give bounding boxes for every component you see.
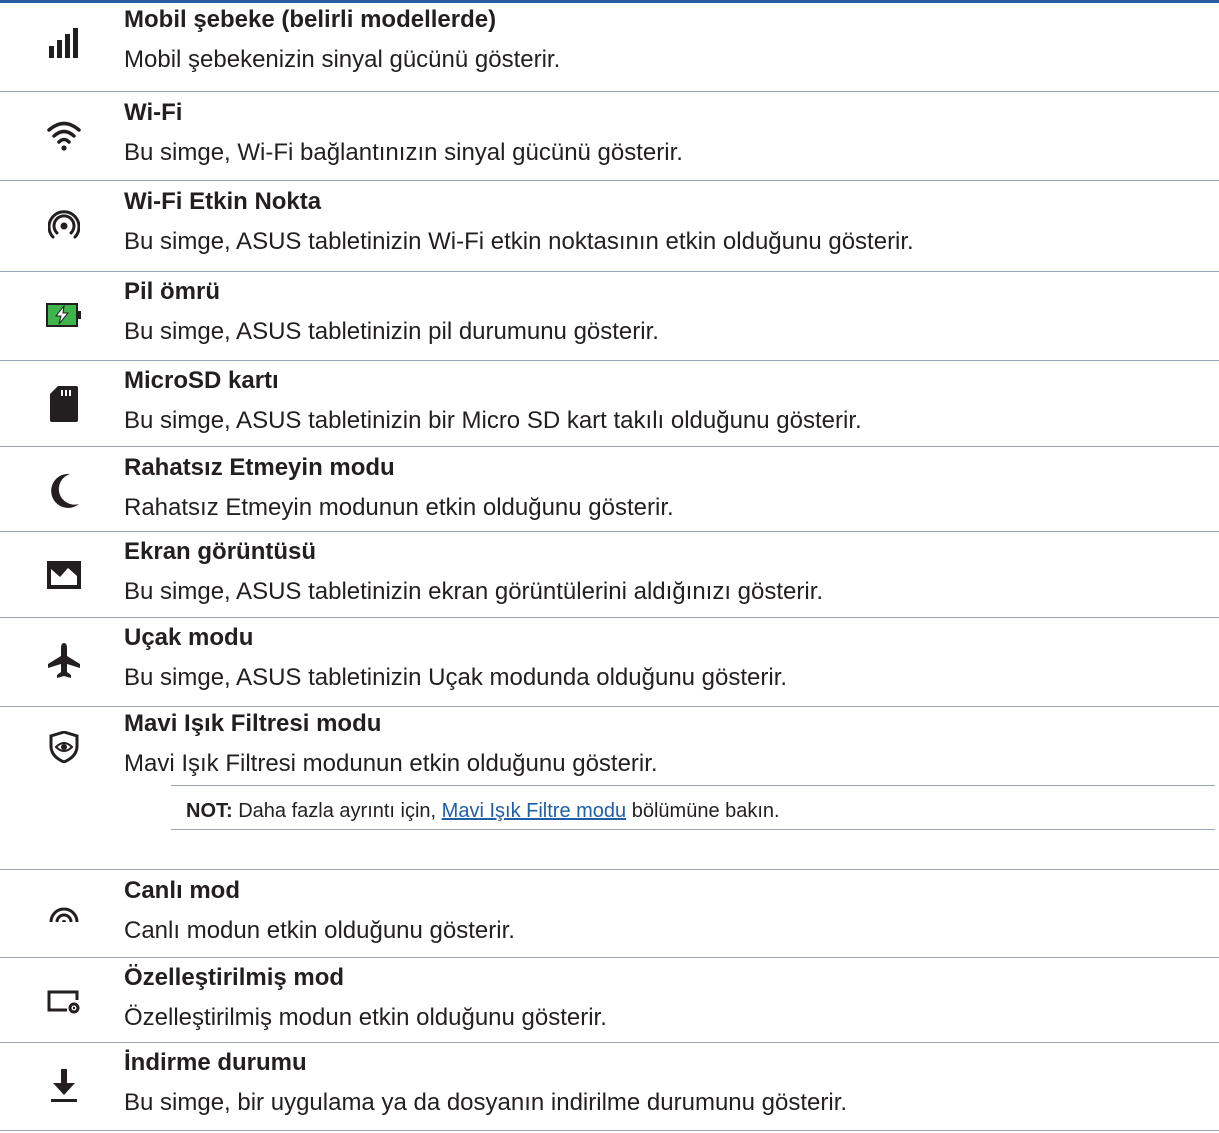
note-after: bölümüne bakın. [631, 800, 780, 822]
item-title: Mavi Işık Filtresi modu [124, 710, 382, 737]
divider [0, 446, 1219, 447]
screenshot-icon [40, 551, 88, 599]
list-item: Mobil şebeke (belirli modellerde) Mobil … [0, 5, 1219, 87]
note-bottom-rule [171, 829, 1215, 830]
hotspot-icon [40, 201, 88, 249]
moon-icon [40, 467, 88, 515]
note-before: Daha fazla ayrıntı için, [238, 800, 437, 822]
item-title: Rahatsız Etmeyin modu [124, 454, 395, 481]
list-item: Ekran görüntüsü Bu simge, ASUS tabletini… [0, 537, 1219, 619]
list-item: Pil ömrü Bu simge, ASUS tabletinizin pil… [0, 277, 1219, 359]
live-mode-icon [40, 890, 88, 938]
item-title: Pil ömrü [124, 278, 221, 305]
list-item: Mavi Işık Filtresi modu Mavi Işık Filtre… [0, 709, 1219, 791]
signal-bars-icon [40, 19, 88, 67]
note-link[interactable]: Mavi Işık Filtre modu [442, 800, 626, 822]
divider [0, 531, 1219, 532]
item-description: Bu simge, Wi-Fi bağlantınızın sinyal güc… [124, 139, 683, 166]
download-icon [40, 1062, 88, 1110]
item-title: Canlı mod [124, 877, 241, 904]
divider [0, 1042, 1219, 1043]
list-item: Rahatsız Etmeyin modu Rahatsız Etmeyin m… [0, 453, 1219, 535]
divider [0, 271, 1219, 272]
item-description: Bu simge, ASUS tabletinizin pil durumunu… [124, 318, 659, 345]
item-title: Uçak modu [124, 624, 254, 651]
divider [0, 706, 1219, 707]
list-item: MicroSD kartı Bu simge, ASUS tabletinizi… [0, 366, 1219, 448]
sd-card-icon [40, 380, 88, 428]
wifi-icon [40, 112, 88, 160]
top-rule [0, 0, 1219, 3]
eye-shield-icon [40, 723, 88, 771]
item-description: Bu simge, ASUS tabletinizin Uçak modunda… [124, 664, 788, 691]
item-description: Bu simge, ASUS tabletinizin ekran görünt… [124, 578, 824, 605]
divider [0, 91, 1219, 92]
item-title: İndirme durumu [124, 1049, 307, 1076]
item-description: Rahatsız Etmeyin modunun etkin olduğunu … [124, 494, 674, 521]
list-item: Canlı mod Canlı modun etkin olduğunu gös… [0, 876, 1219, 958]
divider [0, 1130, 1219, 1131]
list-item: Uçak modu Bu simge, ASUS tabletinizin Uç… [0, 623, 1219, 705]
item-title: Wi-Fi [124, 99, 183, 126]
item-description: Özelleştirilmiş modun etkin olduğunu gös… [124, 1004, 607, 1031]
divider [0, 869, 1219, 870]
item-title: MicroSD kartı [124, 367, 279, 394]
item-description: Bu simge, ASUS tabletinizin bir Micro SD… [124, 407, 862, 434]
note-top-rule [171, 785, 1215, 786]
item-title: Mobil şebeke (belirli modellerde) [124, 6, 497, 33]
item-description: Canlı modun etkin olduğunu gösterir. [124, 917, 515, 944]
list-item: Wi-Fi Bu simge, Wi-Fi bağlantınızın siny… [0, 98, 1219, 180]
item-description: Mavi Işık Filtresi modunun etkin olduğun… [124, 750, 658, 777]
divider [0, 957, 1219, 958]
list-item: İndirme durumu Bu simge, bir uygulama ya… [0, 1048, 1219, 1130]
item-title: Özelleştirilmiş mod [124, 964, 345, 991]
note-label: NOT: [186, 800, 233, 822]
note-text: NOT: Daha fazla ayrıntı için, Mavi Işık … [186, 798, 780, 824]
battery-charging-icon [40, 291, 88, 339]
list-item: Özelleştirilmiş mod Özelleştirilmiş modu… [0, 963, 1219, 1045]
item-description: Bu simge, bir uygulama ya da dosyanın in… [124, 1089, 848, 1116]
airplane-icon [40, 637, 88, 685]
item-description: Mobil şebekenizin sinyal gücünü gösterir… [124, 46, 561, 73]
divider [0, 360, 1219, 361]
item-title: Ekran görüntüsü [124, 538, 317, 565]
item-description: Bu simge, ASUS tabletinizin Wi-Fi etkin … [124, 228, 914, 255]
divider [0, 617, 1219, 618]
custom-mode-icon [40, 977, 88, 1025]
item-title: Wi-Fi Etkin Nokta [124, 188, 322, 215]
divider [0, 180, 1219, 181]
list-item: Wi-Fi Etkin Nokta Bu simge, ASUS tableti… [0, 187, 1219, 269]
